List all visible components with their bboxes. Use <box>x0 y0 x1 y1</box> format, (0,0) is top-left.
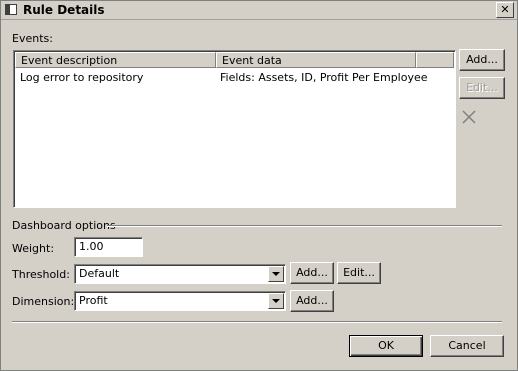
column-header-event-description[interactable]: Event description <box>15 52 216 68</box>
window-title: Rule Details <box>23 3 105 17</box>
rule-details-dialog: Rule Details ✕ Events: Event description… <box>0 0 518 371</box>
close-icon[interactable]: ✕ <box>496 2 514 18</box>
window-icon <box>5 4 17 15</box>
dashboard-options-label: Dashboard options <box>12 219 116 232</box>
dimension-select[interactable]: Profit <box>74 291 286 311</box>
event-add-button[interactable]: Add... <box>459 49 505 71</box>
event-description-cell[interactable]: Log error to repository <box>20 71 143 84</box>
events-label: Events: <box>12 32 53 45</box>
cancel-button[interactable]: Cancel <box>430 335 504 357</box>
events-list-header: Event description Event data <box>15 52 454 68</box>
event-data-cell[interactable]: Fields: Assets, ID, Profit Per Employee <box>220 71 428 84</box>
title-bar: Rule Details ✕ <box>1 1 517 20</box>
ok-button[interactable]: OK <box>349 335 423 357</box>
footer-separator <box>12 321 502 323</box>
events-list[interactable]: Event description Event data Log error t… <box>13 50 456 208</box>
chevron-down-icon[interactable] <box>268 293 284 309</box>
delete-icon[interactable] <box>461 109 477 125</box>
weight-input[interactable]: 1.00 <box>74 237 143 257</box>
column-header-empty[interactable] <box>416 52 454 68</box>
dashboard-separator <box>107 225 502 227</box>
chevron-down-icon[interactable] <box>268 266 284 282</box>
dimension-label: Dimension: <box>12 295 75 308</box>
threshold-label: Threshold: <box>12 268 70 281</box>
threshold-edit-button[interactable]: Edit... <box>337 262 381 284</box>
column-header-event-data[interactable]: Event data <box>216 52 416 68</box>
event-edit-button[interactable]: Edit... <box>459 77 505 99</box>
threshold-select[interactable]: Default <box>74 264 286 284</box>
dimension-add-button[interactable]: Add... <box>290 290 334 312</box>
dimension-value: Profit <box>79 294 108 307</box>
weight-label: Weight: <box>12 242 55 255</box>
threshold-value: Default <box>79 267 120 280</box>
threshold-add-button[interactable]: Add... <box>290 262 334 284</box>
